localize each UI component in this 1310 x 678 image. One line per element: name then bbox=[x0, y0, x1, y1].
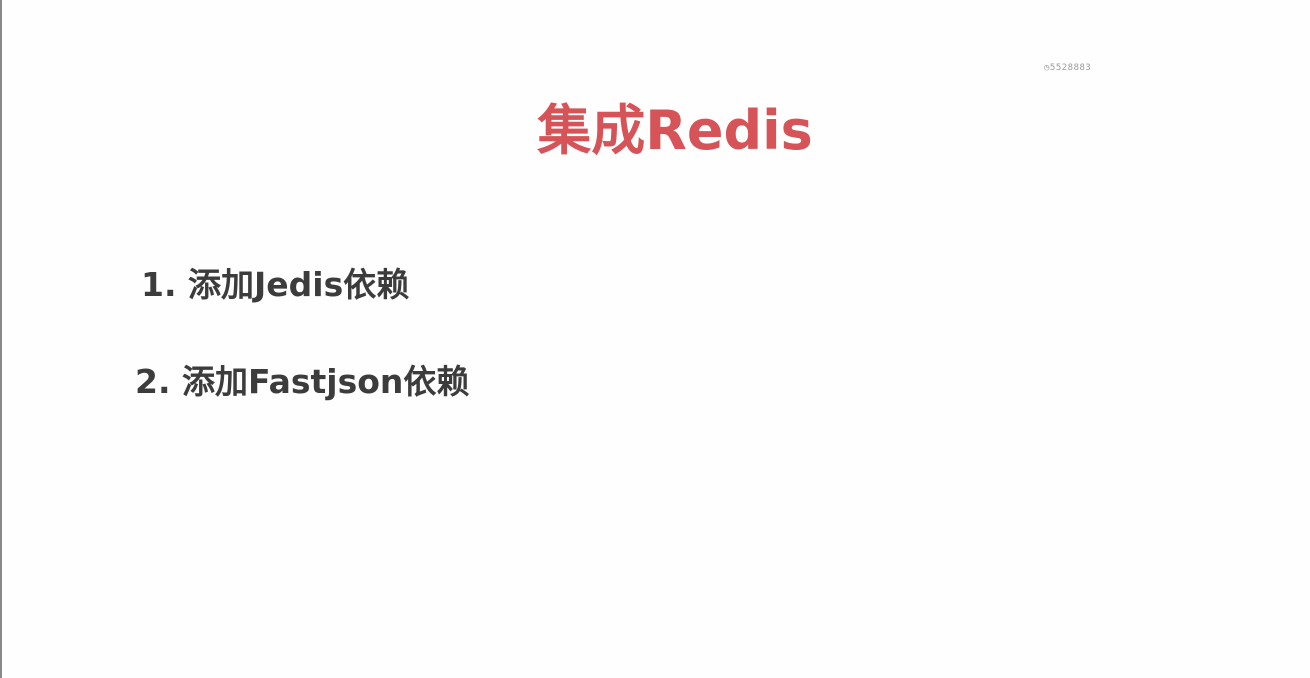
watermark-text: ◷5528883 bbox=[1044, 63, 1092, 73]
list-item-fastjson: 2. 添加Fastjson依赖 bbox=[135, 362, 470, 401]
list-item-jedis: 1. 添加Jedis依赖 bbox=[141, 265, 410, 304]
slide: ◷5528883 集成Redis 1. 添加Jedis依赖 2. 添加Fastj… bbox=[0, 0, 1310, 678]
slide-title: 集成Redis bbox=[537, 99, 813, 162]
